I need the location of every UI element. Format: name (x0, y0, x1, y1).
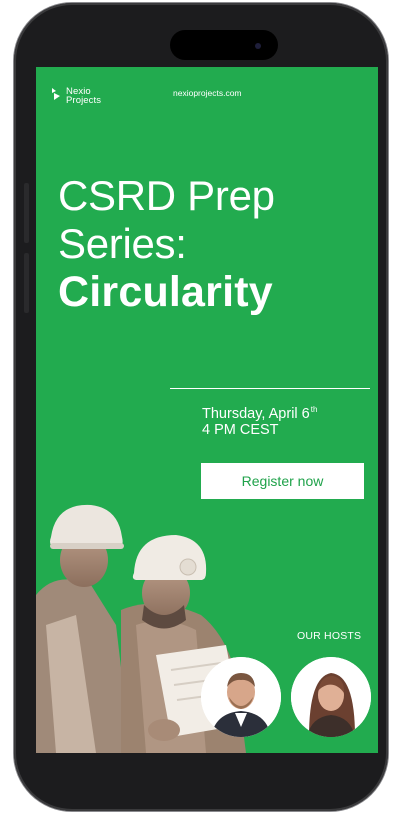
volume-up-button (24, 183, 29, 243)
host-avatar-1 (201, 657, 281, 737)
phone-screen: Nexio Projects nexioprojects.com CSRD Pr… (36, 67, 378, 753)
logo-text-line2: Projects (66, 95, 102, 106)
headline: CSRD Prep Series: Circularity (58, 175, 275, 314)
headline-line1: CSRD Prep (58, 172, 275, 219)
divider (170, 388, 370, 389)
host-2-photo (291, 657, 371, 737)
event-time: 4 PM CEST (202, 422, 279, 438)
hosts-label: OUR HOSTS (297, 630, 362, 642)
nexio-logo-icon (52, 88, 60, 100)
logo-wordmark: Nexio Projects (66, 87, 102, 106)
front-camera-icon (255, 43, 261, 49)
volume-down-button (24, 253, 29, 313)
headline-topic: Circularity (58, 268, 273, 316)
event-date-text: Thursday, April 6 (202, 406, 310, 422)
headline-line2: Series: (58, 220, 187, 267)
event-date-ordinal: th (310, 405, 318, 414)
dynamic-island (170, 30, 278, 60)
host-1-photo (201, 657, 281, 737)
event-date: Thursday, April 6th (202, 402, 317, 422)
brand-logo[interactable]: Nexio Projects (50, 87, 101, 105)
event-details: Thursday, April 6th 4 PM CEST (202, 402, 317, 438)
host-avatar-2 (291, 657, 371, 737)
website-link[interactable]: nexioprojects.com (173, 88, 242, 98)
